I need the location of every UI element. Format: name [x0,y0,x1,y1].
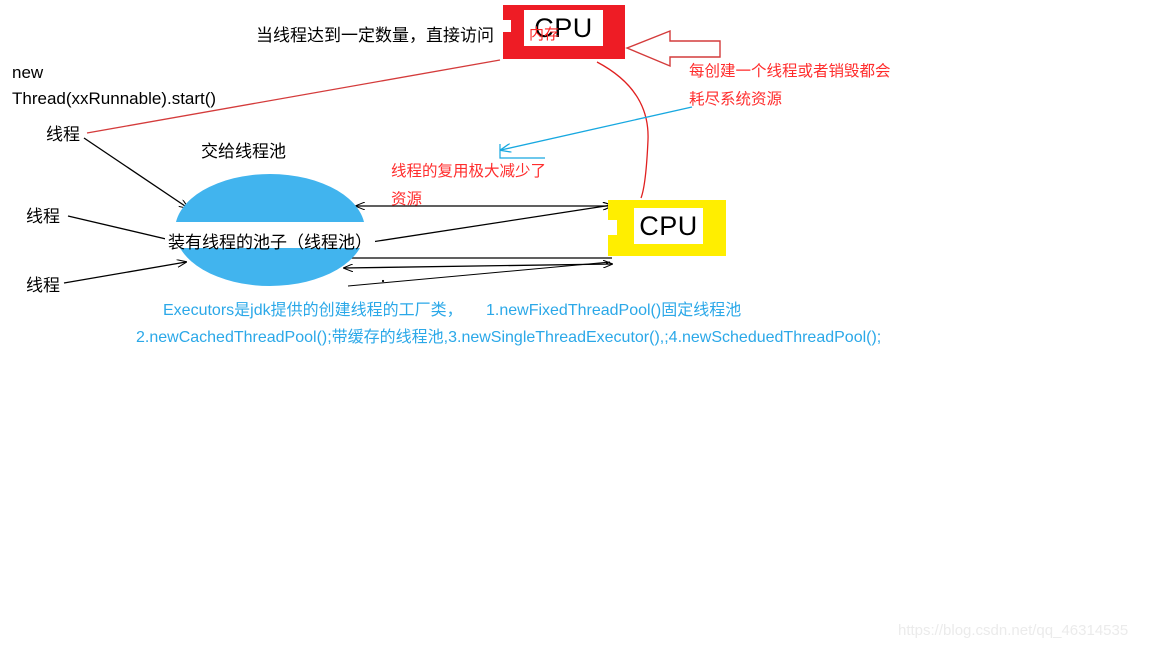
new-thread-code-line2: Thread(xxRunnable).start() [12,89,217,108]
thread-label-3: 线程 [26,276,60,295]
red-note-right-line2: 耗尽系统资源 [689,91,783,108]
thread-label-2: 线程 [26,207,60,226]
red-note-mid-line2: 资源 [391,191,423,208]
cpu-box-top-notch [503,20,511,32]
thread-pool-label: 装有线程的池子（线程池） [168,233,372,252]
cyan-arrow-reuse [500,106,693,159]
top-note-label: 当线程达到一定数量，直接访问 [256,26,494,45]
watermark: https://blog.csdn.net/qq_46314535 [898,622,1129,639]
red-curve-cpu-to-cpu [596,61,649,199]
thread-label-1: 线程 [46,125,80,144]
pool-cpu-exchange-arrows [344,205,612,287]
thread-to-pool-connectors [63,137,188,284]
cpu-box-right-notch [608,220,617,235]
red-block-arrow [625,29,721,68]
cpu-box-right-inner: CPU [634,208,703,244]
memory-overlay-label: 内存 [529,26,560,43]
blue-note-executors: Executors是jdk提供的创建线程的工厂类， [163,302,463,319]
diagram-canvas: 当线程达到一定数量，直接访问 new Thread(xxRunnable).st… [0,0,1152,648]
blue-note-fixed-pool: 1.newFixedThreadPool()固定线程池 [486,302,742,319]
hand-to-pool-label: 交给线程池 [201,142,286,161]
cpu-box-right-label: CPU [639,210,698,241]
blue-note-pool-types: 2.newCachedThreadPool();带缓存的线程池,3.newSin… [136,329,882,346]
new-thread-code-line1: new [12,63,44,82]
red-note-right-line1: 每创建一个线程或者销毁都会 [689,63,891,80]
red-note-mid-line1: 线程的复用极大减少了 [391,163,547,180]
